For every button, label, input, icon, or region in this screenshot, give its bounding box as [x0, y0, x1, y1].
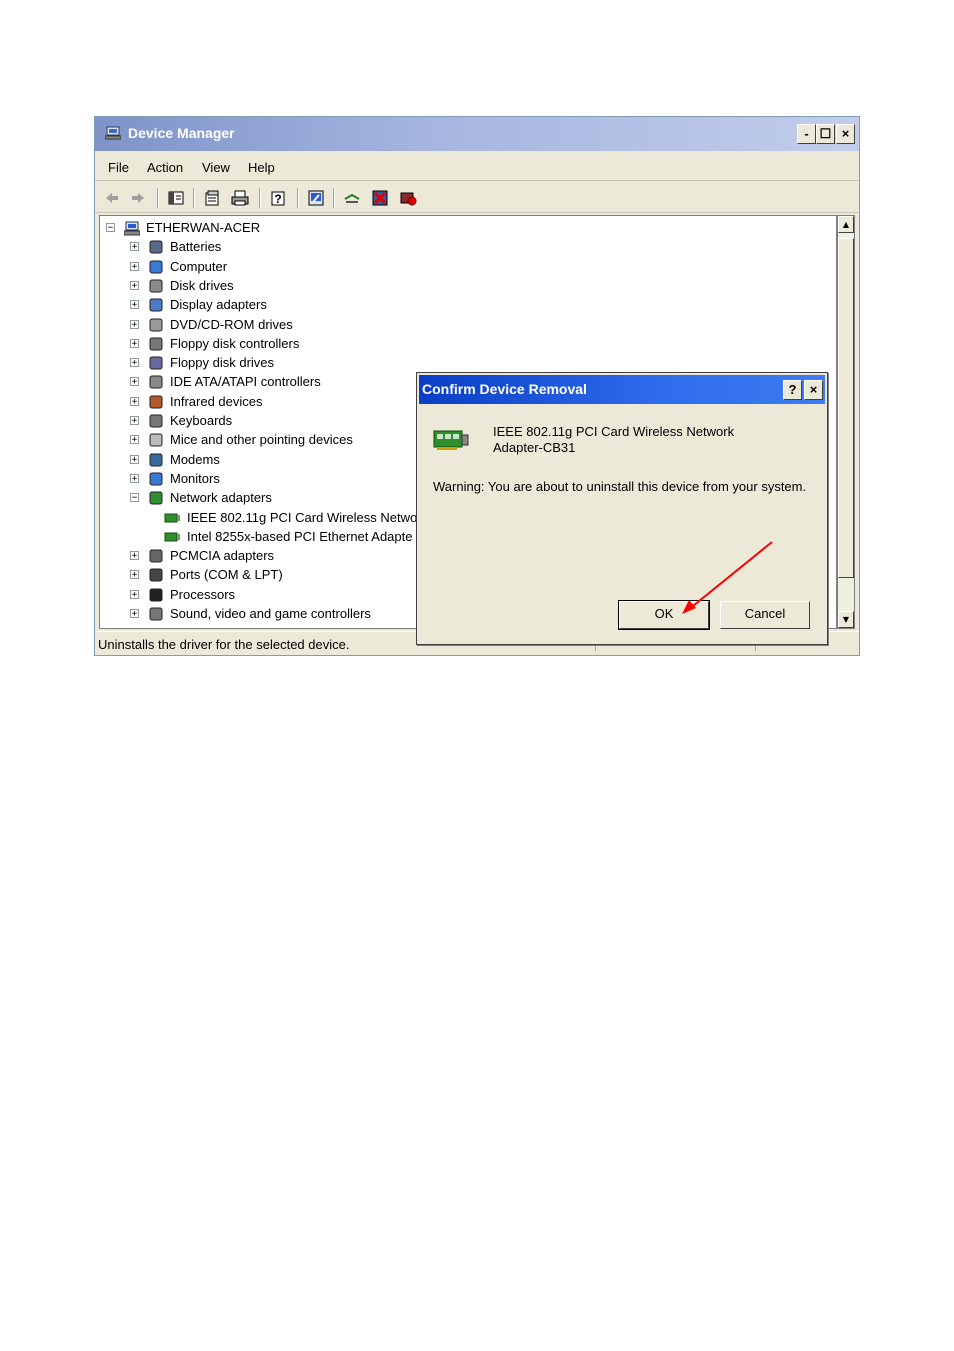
- infrared-icon: [149, 395, 163, 409]
- network-card-icon: [433, 430, 469, 450]
- expand-toggle[interactable]: +: [130, 319, 139, 329]
- svg-text:?: ?: [274, 192, 281, 206]
- dialog-title: Confirm Device Removal: [422, 381, 587, 397]
- battery-icon: [149, 240, 163, 254]
- pcmcia-icon: [149, 549, 163, 563]
- tree-item-label: IDE ATA/ATAPI controllers: [170, 374, 321, 390]
- show-hide-console-tree-icon[interactable]: [167, 189, 185, 207]
- dialog-close-button[interactable]: ×: [804, 380, 823, 400]
- tree-item-label: Floppy disk drives: [170, 355, 275, 371]
- expand-toggle[interactable]: +: [130, 396, 139, 406]
- expand-toggle[interactable]: +: [130, 377, 139, 387]
- expand-toggle[interactable]: +: [130, 551, 139, 561]
- network-adapter-label: IEEE 802.11g PCI Card Wireless Netwo: [187, 509, 418, 525]
- expand-toggle[interactable]: +: [130, 473, 139, 483]
- scroll-down-button[interactable]: ▼: [838, 611, 854, 628]
- display-adapter-icon: [149, 298, 163, 312]
- help-button[interactable]: ?: [783, 380, 802, 400]
- tree-item-label: DVD/CD-ROM drives: [170, 316, 293, 332]
- expand-toggle[interactable]: +: [130, 338, 139, 348]
- expand-toggle[interactable]: +: [130, 435, 139, 445]
- tree-item-label: Infrared devices: [170, 393, 263, 409]
- cdrom-icon: [149, 318, 163, 331]
- floppy-controller-icon: [149, 337, 163, 351]
- tree-item-label: PCMCIA adapters: [170, 548, 275, 564]
- tree-item-label: Monitors: [170, 470, 220, 486]
- expand-toggle[interactable]: +: [130, 570, 139, 580]
- close-button[interactable]: ×: [836, 124, 855, 144]
- network-card-icon: [164, 513, 180, 522]
- scroll-up-button[interactable]: ▲: [838, 216, 854, 233]
- menu-bar: File Action View Help: [95, 153, 859, 181]
- expand-toggle[interactable]: +: [130, 416, 139, 426]
- expand-toggle[interactable]: +: [130, 300, 139, 310]
- disable-icon[interactable]: [399, 189, 417, 207]
- ide-controller-icon: [149, 375, 163, 389]
- expand-toggle[interactable]: +: [130, 589, 139, 599]
- tree-item-label: Floppy disk controllers: [170, 335, 300, 351]
- tree-item-label: Batteries: [170, 239, 222, 255]
- update-driver-icon[interactable]: [307, 189, 325, 207]
- vertical-scrollbar[interactable]: ▲ ▼: [837, 215, 855, 629]
- floppy-drive-icon: [149, 356, 163, 370]
- mouse-icon: [149, 433, 163, 447]
- network-card-icon: [164, 532, 180, 542]
- uninstall-icon[interactable]: [371, 189, 389, 207]
- back-arrow-icon[interactable]: [103, 189, 121, 207]
- menu-help[interactable]: Help: [248, 160, 275, 175]
- forward-arrow-icon[interactable]: [129, 189, 147, 207]
- ports-icon: [149, 568, 163, 582]
- collapse-toggle[interactable]: −: [130, 493, 139, 503]
- window-title: Device Manager: [128, 125, 235, 141]
- properties-icon[interactable]: [203, 189, 221, 207]
- dialog-title-bar[interactable]: Confirm Device Removal ? ×: [419, 375, 825, 404]
- tree-item-label: Disk drives: [170, 277, 234, 293]
- menu-action[interactable]: Action: [147, 160, 183, 175]
- device-name: IEEE 802.11g PCI Card Wireless Network A…: [493, 424, 735, 455]
- keyboard-icon: [149, 414, 163, 428]
- tree-item-label: Ports (COM & LPT): [170, 567, 283, 583]
- expand-toggle[interactable]: +: [130, 280, 139, 290]
- processor-icon: [149, 588, 163, 602]
- tree-item-label: Modems: [170, 451, 220, 467]
- monitor-icon: [149, 472, 163, 486]
- annotation-arrow: [682, 541, 773, 614]
- expand-toggle[interactable]: +: [130, 358, 139, 368]
- modem-icon: [149, 453, 163, 467]
- maximize-button[interactable]: ☐: [816, 124, 835, 144]
- toolbar: ?: [95, 183, 859, 213]
- tree-item-label: Sound, video and game controllers: [170, 606, 371, 621]
- computer-icon: [149, 260, 163, 274]
- expand-toggle[interactable]: +: [130, 609, 139, 619]
- tree-item-label: Network adapters: [170, 490, 272, 506]
- status-text: Uninstalls the driver for the selected d…: [98, 637, 350, 652]
- collapse-toggle[interactable]: −: [106, 223, 115, 233]
- expand-toggle[interactable]: +: [130, 242, 139, 252]
- network-adapter-label: Intel 8255x-based PCI Ethernet Adapte: [187, 528, 413, 544]
- device-manager-icon: [105, 126, 121, 140]
- expand-toggle[interactable]: +: [130, 454, 139, 464]
- tree-item-label: Display adapters: [170, 297, 267, 313]
- computer-root-icon: [124, 221, 140, 236]
- sound-icon: [149, 607, 163, 621]
- print-icon[interactable]: [231, 189, 249, 207]
- menu-file[interactable]: File: [108, 160, 129, 175]
- tree-item-label: Processors: [170, 586, 236, 602]
- tree-item-label: Mice and other pointing devices: [170, 432, 353, 448]
- menu-view[interactable]: View: [202, 160, 230, 175]
- title-bar[interactable]: Device Manager - ☐ ×: [95, 117, 859, 151]
- warning-text: Warning: You are about to uninstall this…: [433, 479, 807, 494]
- tree-item-label: Computer: [170, 258, 228, 274]
- scroll-thumb[interactable]: [838, 238, 854, 578]
- disk-drive-icon: [149, 279, 163, 293]
- minimize-button[interactable]: -: [797, 124, 816, 144]
- expand-toggle[interactable]: +: [130, 261, 139, 271]
- tree-item-label: Keyboards: [170, 413, 233, 428]
- scan-hardware-icon[interactable]: [343, 189, 361, 207]
- network-adapter-icon: [149, 491, 163, 505]
- help-icon[interactable]: ?: [269, 189, 287, 207]
- root-label: ETHERWAN-ACER: [146, 220, 261, 235]
